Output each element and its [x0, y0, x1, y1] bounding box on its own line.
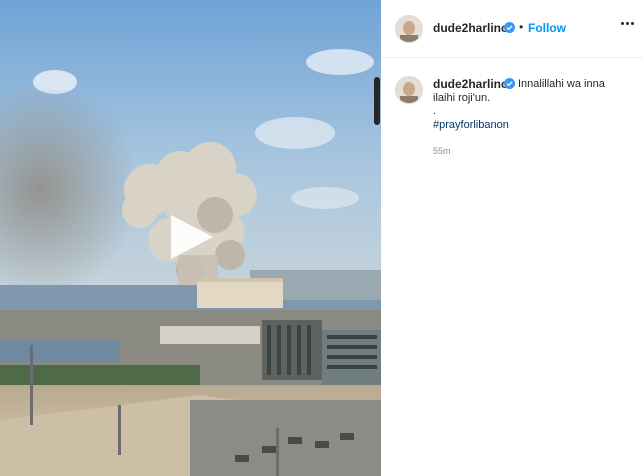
scrollbar-edge [374, 77, 380, 125]
caption-text-line2: ilaihi roji'un. [433, 92, 491, 104]
play-icon [171, 215, 213, 259]
hashtag-link[interactable]: #prayforlibanon [433, 118, 509, 132]
post-video[interactable] [0, 0, 381, 476]
caption-text-line1: Innalillahi wa inna [518, 78, 605, 90]
follow-button[interactable]: Follow [528, 21, 566, 35]
header-username[interactable]: dude2harlino [433, 21, 508, 35]
follow-separator: • [519, 20, 524, 34]
post-header: dude2harlino • Follow [381, 0, 643, 58]
verified-badge-icon [504, 22, 515, 33]
more-options-icon[interactable] [621, 22, 635, 26]
avatar[interactable] [395, 15, 423, 43]
avatar-image [396, 77, 422, 103]
caption-avatar[interactable] [395, 76, 423, 104]
post-sidebar: dude2harlino • Follow dude2harlino Innal… [381, 0, 643, 476]
caption-username[interactable]: dude2harlino [433, 77, 508, 91]
play-button[interactable] [163, 209, 219, 265]
verified-badge-icon [504, 78, 515, 89]
avatar-image [396, 16, 422, 42]
caption-text-line3: . [433, 105, 437, 117]
post-timestamp[interactable]: 55m [433, 146, 451, 156]
